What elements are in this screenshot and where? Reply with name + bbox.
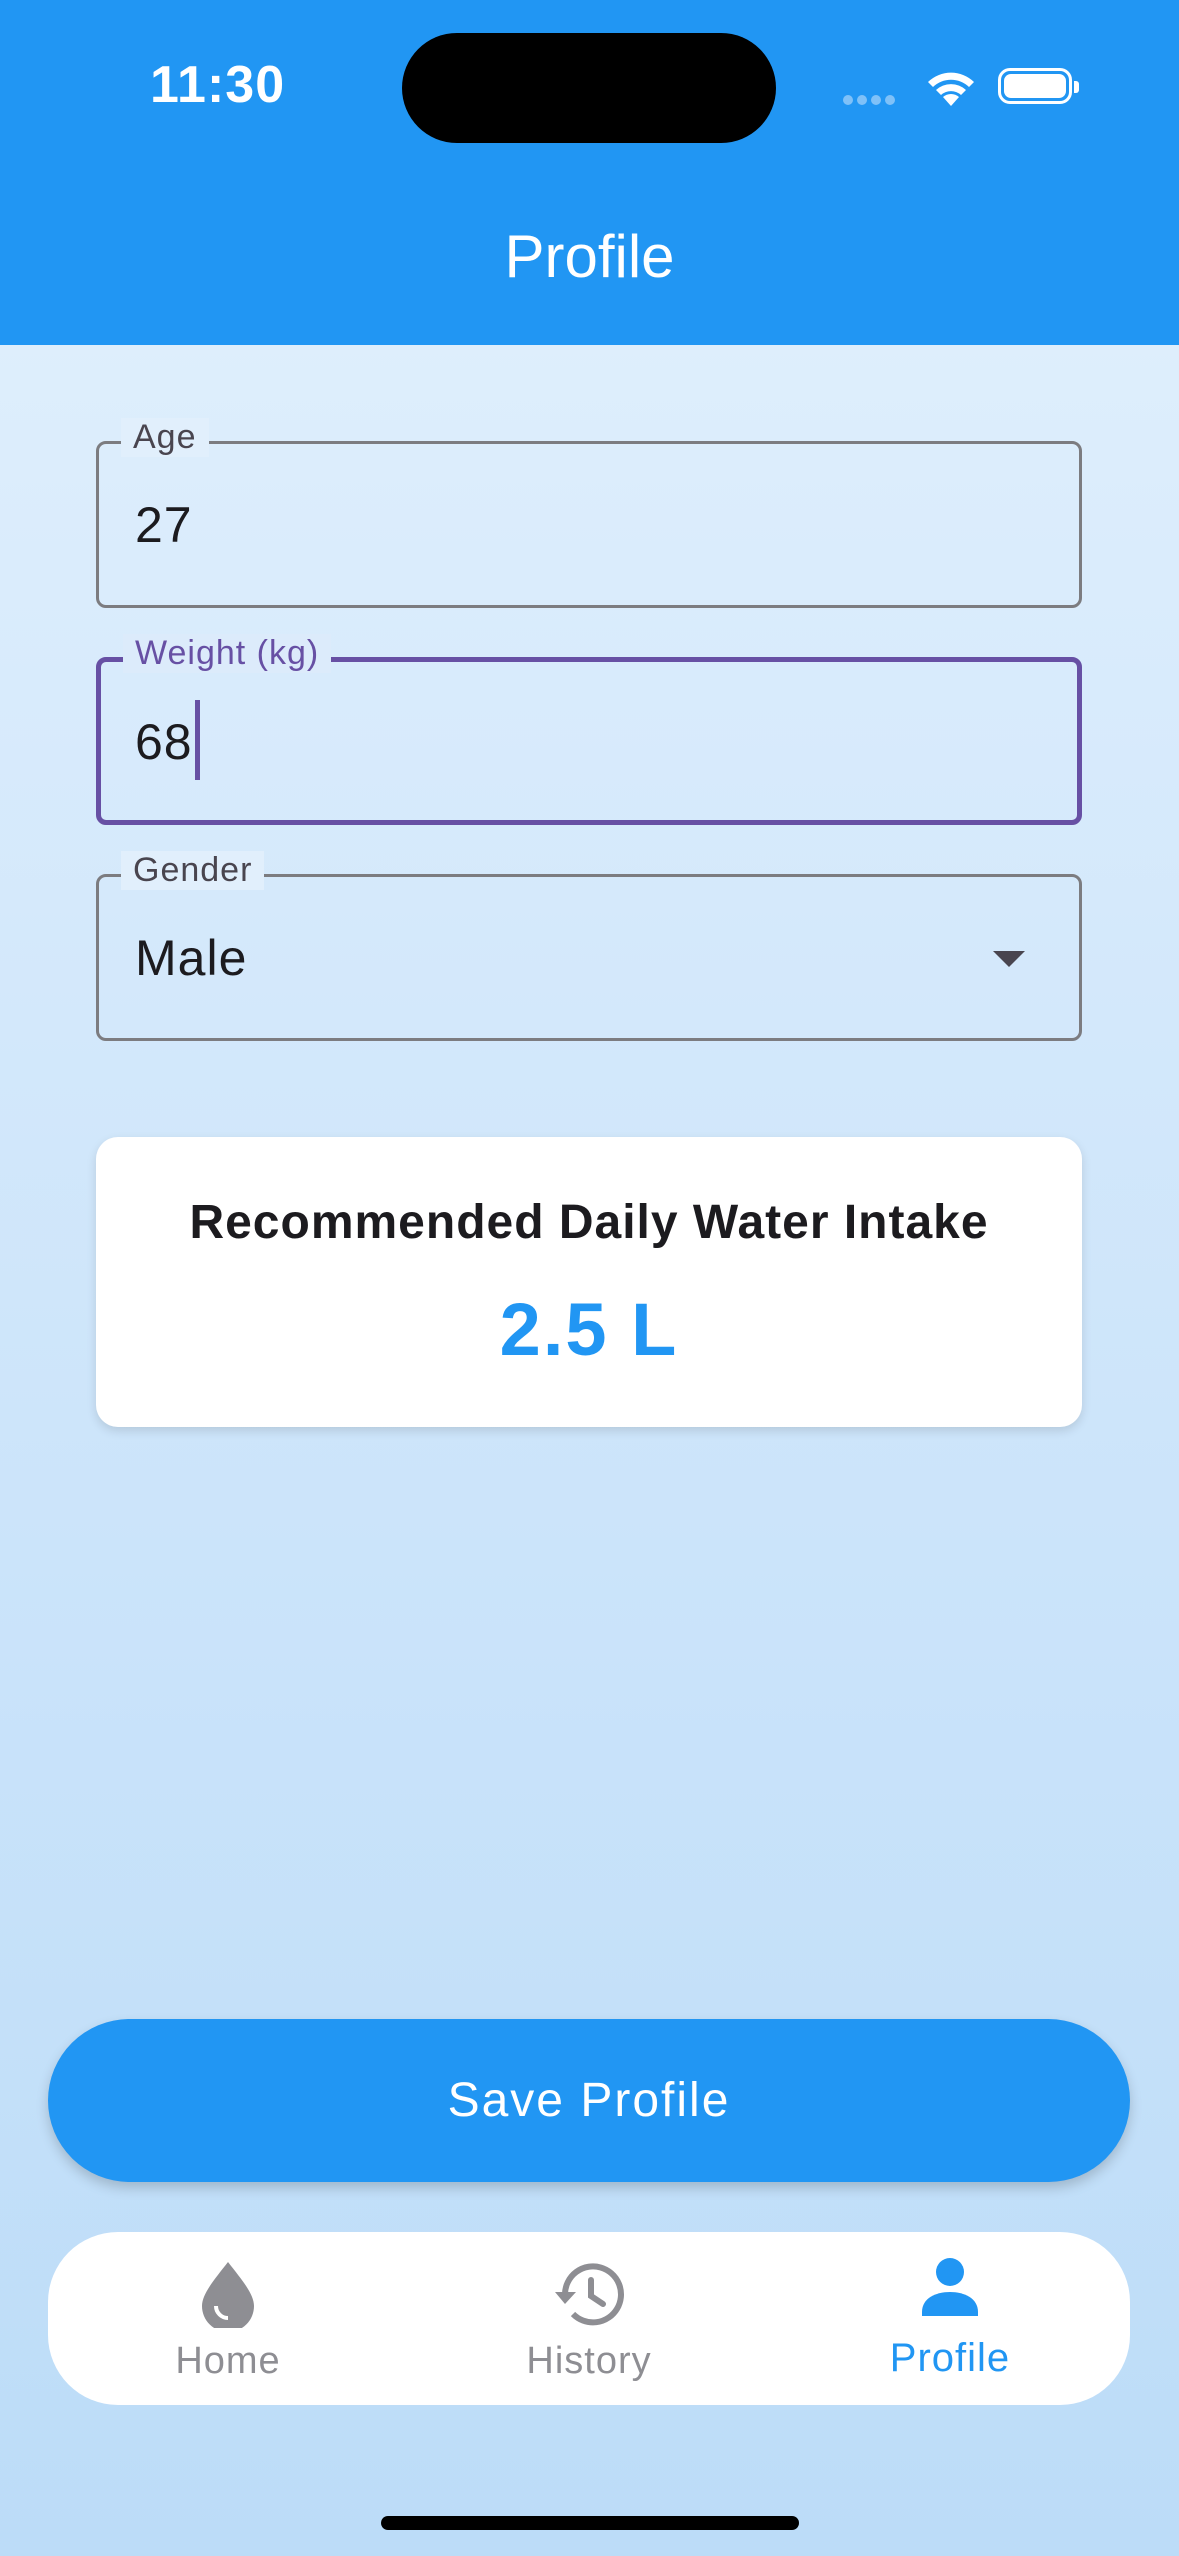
text-cursor	[194, 700, 200, 780]
nav-item-history[interactable]: History	[439, 2232, 739, 2405]
app-bar: 11:30 Profile	[0, 0, 1179, 345]
battery-icon	[998, 68, 1079, 104]
dropdown-arrow-icon	[993, 951, 1025, 967]
dynamic-island	[402, 33, 776, 143]
nav-label-profile: Profile	[889, 2336, 1011, 2380]
weight-value: 68	[135, 714, 193, 771]
weight-label: Weight (kg)	[123, 634, 332, 673]
recommendation-title: Recommended Daily Water Intake	[189, 1196, 989, 1249]
page-title: Profile	[504, 223, 675, 290]
wifi-icon	[928, 72, 974, 106]
history-icon	[555, 2263, 624, 2326]
save-profile-button[interactable]: Save Profile	[48, 2019, 1130, 2182]
recommendation-value: 2.5 L	[499, 1288, 679, 1371]
gender-value: Male	[135, 930, 248, 986]
cellular-signal-icon	[843, 92, 899, 110]
weight-field[interactable]: Weight (kg) 68	[96, 634, 1082, 825]
nav-label-history: History	[526, 2340, 652, 2382]
person-icon	[922, 2258, 978, 2316]
gender-dropdown[interactable]: Gender Male	[96, 851, 1082, 1041]
water-drop-icon	[202, 2262, 254, 2328]
weight-value-wrap: 68	[135, 700, 200, 780]
nav-label-home: Home	[175, 2340, 281, 2382]
age-label: Age	[121, 418, 209, 457]
age-value: 27	[135, 497, 193, 553]
nav-item-profile[interactable]: Profile	[800, 2232, 1100, 2405]
gender-label: Gender	[121, 851, 265, 890]
nav-item-home[interactable]: Home	[78, 2232, 378, 2405]
recommendation-card: Recommended Daily Water Intake 2.5 L	[96, 1137, 1082, 1427]
home-indicator	[381, 2516, 799, 2530]
bottom-navigation: Home History Profile	[48, 2232, 1130, 2405]
age-field[interactable]: Age 27	[96, 418, 1082, 608]
status-time: 11:30	[150, 56, 286, 114]
